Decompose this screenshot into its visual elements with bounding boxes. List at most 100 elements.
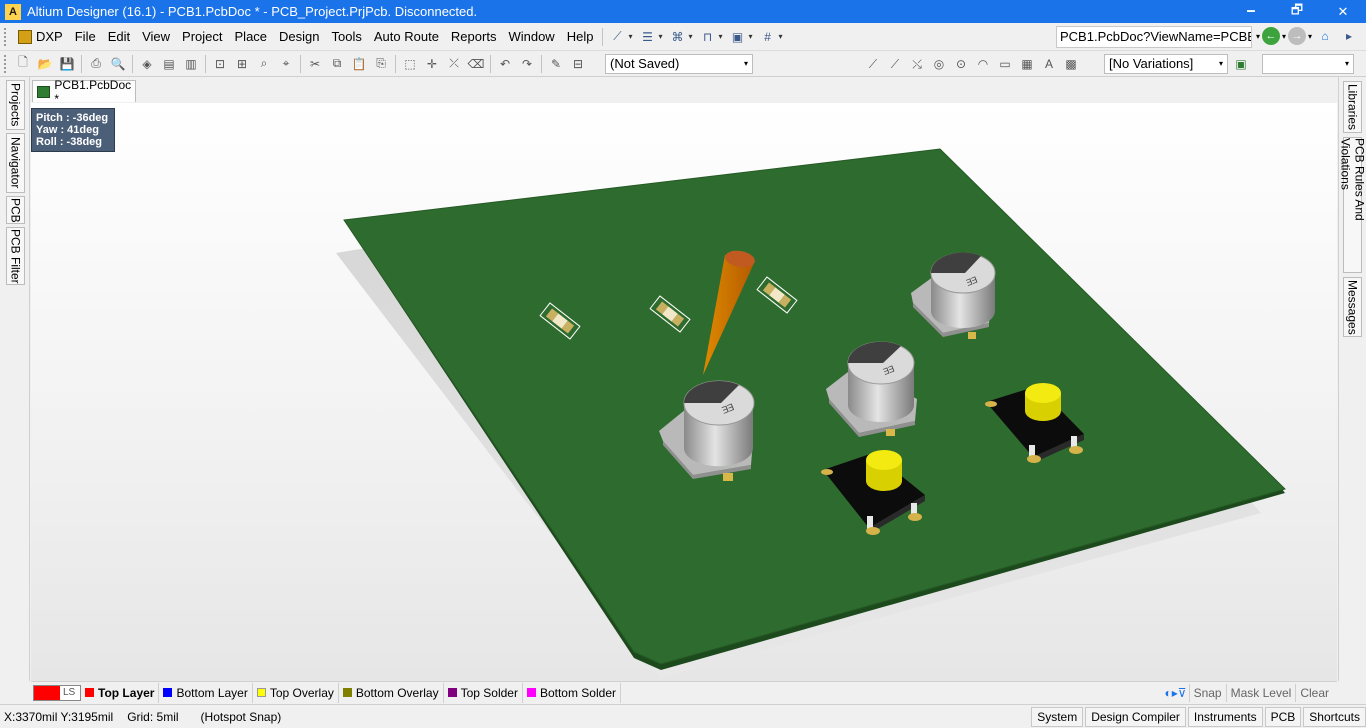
forward-dropdown-icon[interactable]: ▾ xyxy=(1308,32,1312,41)
toolbar-grip[interactable] xyxy=(4,27,8,46)
device-sheets-icon[interactable]: ▤ xyxy=(158,54,180,74)
snap-options-icon[interactable]: ◐▸⊽ xyxy=(1165,686,1189,700)
dropdown-arrow-icon[interactable]: ▾ xyxy=(749,32,753,41)
zoom-area-icon[interactable]: ⊞ xyxy=(231,54,253,74)
select-area-icon[interactable]: ⬚ xyxy=(399,54,421,74)
address-dropdown-icon[interactable]: ▾ xyxy=(1256,32,1260,41)
shortcuts-panel-button[interactable]: Shortcuts xyxy=(1303,707,1366,727)
copy-icon[interactable]: ⧉ xyxy=(326,54,348,74)
home-icon[interactable]: ⌂ xyxy=(1315,26,1335,46)
rubber-stamp-icon[interactable]: ⎘ xyxy=(370,54,392,74)
folder-icon[interactable]: ▥ xyxy=(180,54,202,74)
tab-pcb[interactable]: PCB xyxy=(6,196,25,224)
align-tool-icon[interactable]: ☰ xyxy=(637,27,657,47)
minimize-button[interactable]: 🗕 xyxy=(1228,0,1274,23)
tab-top-overlay[interactable]: Top Overlay xyxy=(253,682,339,703)
menu-reports[interactable]: Reports xyxy=(445,26,503,48)
menu-project[interactable]: Project xyxy=(176,26,228,48)
tab-top-solder[interactable]: Top Solder xyxy=(444,682,523,703)
pcb-3d-scene[interactable]: ᴲᴲ ᴲᴲ ᴲᴲ xyxy=(31,103,1337,681)
redo-icon[interactable]: ↷ xyxy=(516,54,538,74)
tab-navigator[interactable]: Navigator xyxy=(6,133,25,193)
dropdown-arrow-icon[interactable]: ▾ xyxy=(719,32,723,41)
undo-icon[interactable]: ↶ xyxy=(494,54,516,74)
variant-manager-icon[interactable]: ▣ xyxy=(1230,54,1252,74)
menu-auto-route[interactable]: Auto Route xyxy=(368,26,445,48)
tab-pcb-rules-and-violations[interactable]: PCB Rules And Violations xyxy=(1339,137,1366,273)
menu-help[interactable]: Help xyxy=(561,26,600,48)
instruments-panel-button[interactable]: Instruments xyxy=(1187,707,1263,727)
dropdown-arrow-icon[interactable]: ▾ xyxy=(779,32,783,41)
pcb-panel-button[interactable]: PCB xyxy=(1264,707,1302,727)
grid-tool-icon[interactable]: # xyxy=(758,27,778,47)
fill-icon[interactable]: ▭ xyxy=(994,54,1016,74)
extra-combo[interactable]: ▾ xyxy=(1262,54,1354,74)
print-icon[interactable]: ⎙ xyxy=(85,54,107,74)
close-button[interactable]: ✕ xyxy=(1320,0,1366,23)
polygon-icon[interactable]: ▦ xyxy=(1016,54,1038,74)
new-file-icon[interactable]: 🗋 xyxy=(12,54,34,74)
zoom-selected-icon[interactable]: ⌕ xyxy=(253,54,275,74)
toolbar-grip[interactable] xyxy=(4,54,8,73)
room-tool-icon[interactable]: ▣ xyxy=(728,27,748,47)
multi-route-icon[interactable]: ⤯ xyxy=(906,54,928,74)
tab-bottom-overlay[interactable]: Bottom Overlay xyxy=(339,682,444,703)
tab-pcb-filter[interactable]: PCB Filter xyxy=(6,227,25,285)
wiring-tool-icon[interactable]: ⟋ xyxy=(607,27,627,47)
save-icon[interactable]: 💾 xyxy=(56,54,78,74)
menu-design[interactable]: Design xyxy=(273,26,325,48)
variations-combo[interactable]: [No Variations] ▾ xyxy=(1104,54,1228,74)
snap-button[interactable]: Snap xyxy=(1188,683,1226,702)
dropdown-arrow-icon[interactable]: ▾ xyxy=(628,32,632,41)
dropdown-arrow-icon[interactable]: ▾ xyxy=(658,32,662,41)
via-icon[interactable]: ⊙ xyxy=(950,54,972,74)
arc-icon[interactable]: ◠ xyxy=(972,54,994,74)
menu-file[interactable]: File xyxy=(69,26,102,48)
design-compiler-panel-button[interactable]: Design Compiler xyxy=(1085,707,1186,727)
menu-view[interactable]: View xyxy=(136,26,176,48)
tab-libraries[interactable]: Libraries xyxy=(1343,81,1362,133)
tab-top-layer[interactable]: Top Layer xyxy=(81,682,160,703)
system-panel-button[interactable]: System xyxy=(1031,707,1084,727)
zoom-fit-icon[interactable]: ⊡ xyxy=(209,54,231,74)
deselect-icon[interactable]: ⤫ xyxy=(443,54,465,74)
move-selection-icon[interactable]: ✛ xyxy=(421,54,443,74)
restore-button[interactable]: 🗗 xyxy=(1274,0,1320,23)
tab-messages[interactable]: Messages xyxy=(1343,277,1362,337)
layer-set-button[interactable]: LS xyxy=(33,684,81,701)
paste-icon[interactable]: 📋 xyxy=(348,54,370,74)
menu-window[interactable]: Window xyxy=(502,26,560,48)
dropdown-arrow-icon[interactable]: ▾ xyxy=(688,32,692,41)
pad-icon[interactable]: ◎ xyxy=(928,54,950,74)
cut-icon[interactable]: ✂ xyxy=(304,54,326,74)
zoom-filtered-icon[interactable]: ⌖ xyxy=(275,54,297,74)
menu-tools[interactable]: Tools xyxy=(326,26,368,48)
dimension-tool-icon[interactable]: ⊓ xyxy=(698,27,718,47)
menu-dxp[interactable]: DXP xyxy=(12,26,69,48)
open-project-icon[interactable]: ◈ xyxy=(136,54,158,74)
diff-pair-route-icon[interactable]: ⟋ xyxy=(884,54,906,74)
saved-state-combo[interactable]: (Not Saved) ▾ xyxy=(605,54,753,74)
tab-bottom-layer[interactable]: Bottom Layer xyxy=(159,682,253,703)
back-icon[interactable]: ← xyxy=(1262,27,1281,45)
open-folder-icon[interactable]: 📂 xyxy=(34,54,56,74)
document-address-field[interactable]: PCB1.PcbDoc?ViewName=PCBEditor xyxy=(1056,26,1252,48)
more-icon[interactable]: ▸ xyxy=(1339,26,1359,46)
menu-edit[interactable]: Edit xyxy=(102,26,136,48)
string-icon[interactable]: A xyxy=(1038,54,1060,74)
clear-button[interactable]: Clear xyxy=(1295,683,1333,702)
back-dropdown-icon[interactable]: ▾ xyxy=(1282,32,1286,41)
component-icon[interactable]: ▩ xyxy=(1060,54,1082,74)
menu-place[interactable]: Place xyxy=(229,26,274,48)
clear-filter-icon[interactable]: ⌫ xyxy=(465,54,487,74)
document-tab[interactable]: PCB1.PcbDoc * xyxy=(32,78,136,106)
mask-level-button[interactable]: Mask Level xyxy=(1225,683,1296,702)
tab-projects[interactable]: Projects xyxy=(6,80,25,130)
browse-component-icon[interactable]: ⊟ xyxy=(567,54,589,74)
cross-probe-icon[interactable]: ✎ xyxy=(545,54,567,74)
print-preview-icon[interactable]: 🔍 xyxy=(107,54,129,74)
select-tool-icon[interactable]: ⌘ xyxy=(667,27,687,47)
pcb-3d-view[interactable]: ᴲᴲ ᴲᴲ ᴲᴲ Pitch: -36deg Yaw: 41deg Roll… xyxy=(31,103,1337,681)
interactive-route-icon[interactable]: ⟋ xyxy=(862,54,884,74)
tab-bottom-solder[interactable]: Bottom Solder xyxy=(523,682,621,703)
